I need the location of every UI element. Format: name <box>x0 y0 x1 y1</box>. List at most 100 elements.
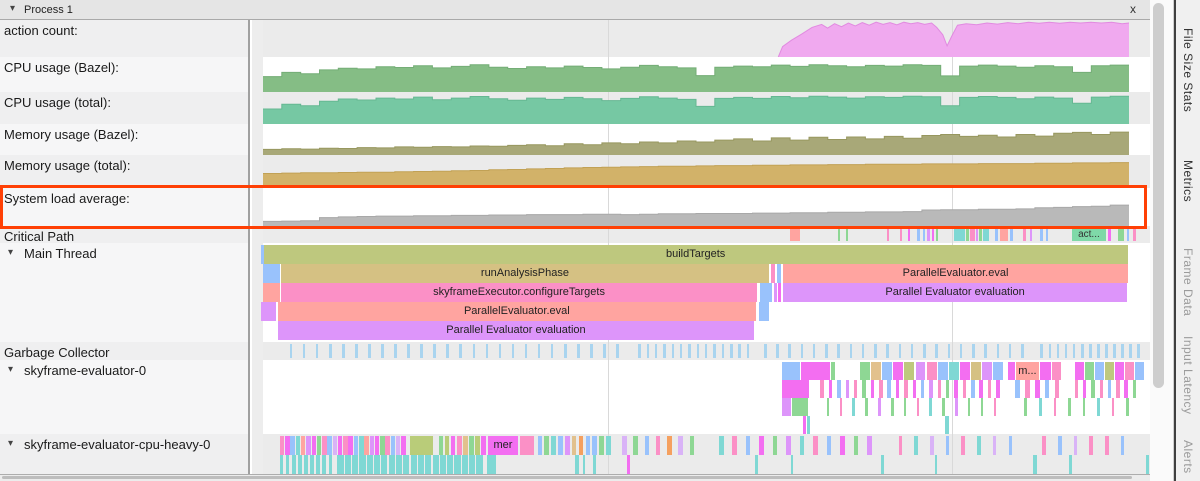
trace-event-bar[interactable] <box>860 362 870 380</box>
trace-event-bar[interactable] <box>1052 362 1061 380</box>
trace-event-bar[interactable] <box>963 380 967 398</box>
trace-tick[interactable] <box>1129 344 1132 358</box>
trace-event-bar[interactable] <box>462 455 468 474</box>
trace-tick[interactable] <box>825 344 828 358</box>
trace-event-bar[interactable] <box>904 362 914 380</box>
trace-event-bar[interactable] <box>771 264 775 283</box>
trace-tick[interactable] <box>512 344 515 358</box>
trace-event-bar[interactable] <box>401 436 406 455</box>
trace-event-bar[interactable] <box>389 455 395 474</box>
vertical-scrollbar-thumb[interactable] <box>1153 3 1164 388</box>
trace-tick[interactable] <box>927 228 930 241</box>
trace-event-bar[interactable] <box>1008 362 1015 380</box>
trace-event-bar[interactable] <box>1125 362 1134 380</box>
trace-event-bar[interactable] <box>454 455 460 474</box>
trace-tick[interactable] <box>647 344 650 358</box>
trace-event-bar[interactable] <box>746 436 751 455</box>
trace-event-bar[interactable] <box>286 455 290 474</box>
trace-event-bar[interactable] <box>840 436 845 455</box>
track-chart-area[interactable] <box>252 188 1150 226</box>
trace-event-bar[interactable] <box>1112 398 1115 416</box>
trace-event-bar[interactable] <box>982 362 992 380</box>
trace-tick[interactable] <box>1000 228 1008 241</box>
trace-tick[interactable] <box>776 344 779 358</box>
trace-tick[interactable] <box>1023 228 1027 241</box>
trace-event-bar[interactable] <box>1069 455 1072 474</box>
trace-event-bar[interactable] <box>840 398 843 416</box>
trace-event-bar[interactable] <box>929 398 932 416</box>
trace-tick[interactable] <box>1073 344 1076 358</box>
trace-event-bar[interactable] <box>831 362 835 380</box>
trace-event-bar[interactable] <box>359 436 364 455</box>
trace-event-bar[interactable] <box>354 436 359 455</box>
trace-event-bar[interactable] <box>380 436 385 455</box>
trace-event-bar[interactable] <box>333 436 338 455</box>
trace-event-bar[interactable] <box>633 436 638 455</box>
trace-event-bar[interactable] <box>322 436 327 455</box>
trace-tick[interactable] <box>420 344 423 358</box>
trace-event-bar[interactable] <box>575 455 579 474</box>
trace-event-bar[interactable] <box>656 436 661 455</box>
trace-tick[interactable] <box>407 344 410 358</box>
trace-event-bar[interactable] <box>891 398 894 416</box>
trace-tick[interactable] <box>551 344 554 358</box>
trace-event-bar[interactable] <box>1055 380 1060 398</box>
track-chart-area[interactable]: act... <box>252 226 1150 243</box>
trace-event-bar[interactable] <box>317 436 322 455</box>
trace-tick[interactable] <box>303 344 306 358</box>
trace-event-bar[interactable] <box>777 264 781 283</box>
trace-event-bar[interactable] <box>862 380 866 398</box>
trace-event-bar[interactable] <box>996 380 1000 398</box>
trace-event-bar[interactable] <box>846 380 850 398</box>
trace-event-bar[interactable] <box>759 302 770 321</box>
trace-event-bar[interactable] <box>879 380 883 398</box>
trace-event-bar[interactable] <box>296 436 301 455</box>
trace-event-bar[interactable] <box>913 380 917 398</box>
track-chart-area[interactable]: m... <box>252 360 1150 436</box>
trace-event-bar[interactable] <box>396 436 401 455</box>
trace-event-bar[interactable] <box>583 455 586 474</box>
trace-event-bar[interactable] <box>310 455 314 474</box>
trace-event-bar[interactable] <box>813 436 818 455</box>
trace-event-bar[interactable] <box>345 455 351 474</box>
trace-tick[interactable] <box>638 344 641 358</box>
trace-event-bar[interactable] <box>645 436 650 455</box>
trace-event-bar[interactable] <box>988 380 992 398</box>
trace-event-bar[interactable] <box>1126 398 1129 416</box>
trace-event-bar[interactable] <box>327 436 332 455</box>
trace-tick[interactable] <box>655 344 658 358</box>
trace-tick[interactable] <box>355 344 358 358</box>
trace-tick[interactable] <box>290 344 293 358</box>
trace-tick[interactable] <box>935 344 938 358</box>
trace-event-bar[interactable] <box>411 455 417 474</box>
trace-event-bar[interactable] <box>565 436 570 455</box>
trace-tick[interactable]: act... <box>1072 228 1106 241</box>
trace-event-bar[interactable] <box>1083 398 1086 416</box>
trace-event-bar[interactable] <box>586 436 591 455</box>
trace-event-bar[interactable] <box>298 455 302 474</box>
trace-tick[interactable] <box>697 344 700 358</box>
trace-event-bar[interactable] <box>367 455 373 474</box>
trace-event-bar[interactable] <box>280 455 284 474</box>
trace-event-bar[interactable] <box>627 455 630 474</box>
trace-tick[interactable] <box>923 344 926 358</box>
trace-event-bar[interactable] <box>938 380 942 398</box>
trace-event-bar[interactable] <box>306 436 311 455</box>
trace-event-bar[interactable] <box>981 398 984 416</box>
trace-event-bar[interactable] <box>538 436 543 455</box>
trace-event-bar[interactable] <box>865 398 868 416</box>
trace-tick[interactable] <box>368 344 371 358</box>
close-icon[interactable]: x <box>1130 2 1136 16</box>
trace-event-bar[interactable] <box>719 436 724 455</box>
trace-event-bar[interactable] <box>782 380 809 398</box>
trace-event-bar[interactable] <box>878 398 881 416</box>
trace-event-bar[interactable] <box>385 436 390 455</box>
trace-tick[interactable] <box>948 344 951 358</box>
trace-event-bar[interactable] <box>375 436 380 455</box>
trace-event-bar[interactable] <box>871 362 881 380</box>
trace-event-bar[interactable] <box>871 380 875 398</box>
trace-event-bar[interactable] <box>1097 398 1100 416</box>
trace-event-bar[interactable] <box>1035 380 1040 398</box>
trace-tick[interactable] <box>1108 228 1112 241</box>
trace-tick[interactable] <box>705 344 708 358</box>
